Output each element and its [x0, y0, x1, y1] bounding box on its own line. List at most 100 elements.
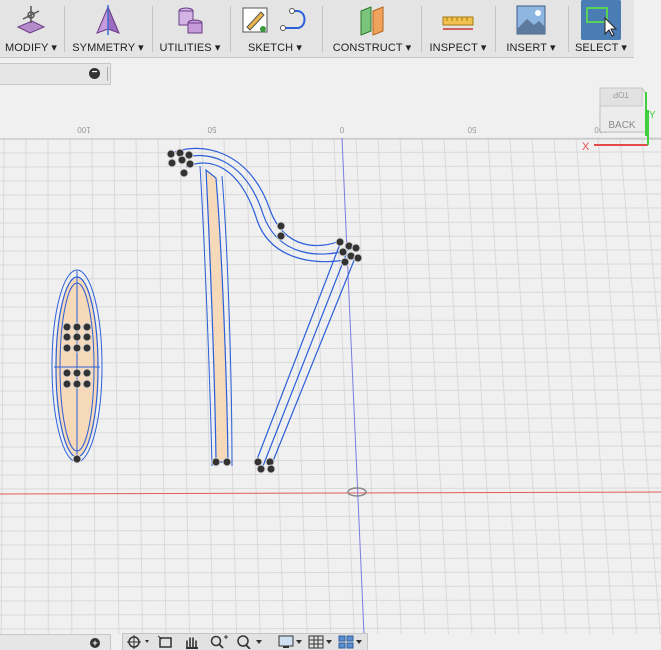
browser-panel-header[interactable]: − — [0, 63, 111, 85]
sketch-point[interactable] — [63, 369, 71, 377]
sketch-point[interactable] — [223, 458, 231, 466]
select-menu[interactable]: SELECT ▾ — [571, 0, 631, 57]
insert-menu[interactable]: INSERT ▾ — [499, 0, 563, 57]
grid-line-horizontal — [0, 264, 661, 265]
grid-line-horizontal — [0, 488, 661, 489]
sketch-point[interactable] — [73, 333, 81, 341]
sketch-point[interactable] — [186, 160, 194, 168]
browser-grip[interactable] — [107, 67, 108, 81]
look-at-icon[interactable] — [157, 635, 175, 649]
sketch-point[interactable] — [354, 254, 362, 262]
browser-collapse-icon[interactable]: − — [89, 68, 100, 79]
sketch-point[interactable] — [73, 344, 81, 352]
insert-label: INSERT ▾ — [499, 41, 563, 54]
grid-line-vertical — [422, 138, 448, 634]
select-icon — [581, 0, 621, 40]
x-axis-line — [0, 492, 661, 494]
grid-line-vertical — [532, 138, 566, 634]
viewports-icon[interactable] — [337, 635, 365, 649]
sketch-point[interactable] — [73, 323, 81, 331]
inspect-menu[interactable]: INSPECT ▾ — [426, 0, 490, 57]
sketch-point[interactable] — [352, 244, 360, 252]
orbit-icon[interactable] — [125, 635, 151, 649]
sketch-point[interactable] — [336, 238, 344, 246]
sketch-point[interactable] — [73, 369, 81, 377]
sketch-point[interactable] — [83, 323, 91, 331]
grid-line-vertical — [576, 138, 613, 634]
ruler-label: 100 — [77, 125, 91, 134]
harp-soundboard-2 — [263, 252, 347, 466]
grid-line-vertical — [356, 138, 378, 634]
grid-line-horizontal — [0, 348, 661, 349]
grid-line-horizontal — [0, 502, 661, 503]
axis-triad: X Y — [578, 108, 658, 158]
design-canvas[interactable]: 10050050100 — [0, 0, 661, 649]
sketch-point[interactable] — [63, 344, 71, 352]
sketch-point[interactable] — [341, 258, 349, 266]
grid-line-vertical — [554, 138, 590, 634]
grid-line-horizontal — [0, 516, 661, 517]
sketch-point[interactable] — [339, 248, 347, 256]
grid-line-horizontal — [0, 222, 661, 223]
grid-line-horizontal — [0, 544, 661, 545]
grid-line-vertical — [246, 138, 260, 634]
sketch-point[interactable] — [277, 232, 285, 240]
grid-line-vertical — [25, 138, 26, 634]
sketch-point[interactable] — [73, 455, 81, 463]
pan-icon[interactable] — [183, 635, 201, 649]
toolbar: MODIFY ▾ SYMMETRY ▾ UTILITIES ▾ SKETCH ▾ — [0, 0, 634, 58]
construct-menu[interactable]: CONSTRUCT ▾ — [327, 0, 417, 57]
grid-line-vertical — [378, 138, 401, 634]
grid-settings-icon[interactable] — [307, 635, 335, 649]
grid-line-horizontal — [0, 180, 661, 181]
sketch-point[interactable] — [63, 333, 71, 341]
sketch-point[interactable] — [277, 222, 285, 230]
sketch-point[interactable] — [63, 380, 71, 388]
modify-menu[interactable]: MODIFY ▾ — [0, 0, 62, 57]
utilities-icon — [173, 3, 207, 37]
grid-line-horizontal — [0, 446, 661, 447]
construct-label: CONSTRUCT ▾ — [327, 41, 417, 54]
grid-line-vertical — [598, 138, 637, 634]
ellipse-sketch[interactable] — [52, 270, 102, 462]
utilities-menu[interactable]: UTILITIES ▾ — [155, 0, 225, 57]
insert-icon — [514, 3, 548, 37]
add-comment-icon[interactable]: + — [90, 638, 100, 648]
grid-line-vertical — [290, 138, 307, 634]
sketch-point[interactable] — [185, 151, 193, 159]
sketch-point[interactable] — [267, 465, 275, 473]
sketch-point[interactable] — [257, 465, 265, 473]
grid-line-horizontal — [0, 166, 661, 167]
sketch-menu[interactable]: SKETCH ▾ — [234, 0, 316, 57]
fit-icon[interactable] — [235, 635, 265, 649]
sketch-point[interactable] — [63, 323, 71, 331]
grid-line-horizontal — [0, 376, 661, 377]
y-axis-line — [342, 138, 364, 634]
axis-x-label: X — [582, 141, 590, 153]
zoom-icon[interactable] — [209, 635, 231, 649]
harp-sketch[interactable] — [63, 148, 362, 473]
sketch-point[interactable] — [83, 380, 91, 388]
grid-line-horizontal — [0, 418, 661, 419]
grid-line-vertical — [400, 138, 425, 634]
modify-label: MODIFY ▾ — [0, 41, 62, 54]
sketch-point[interactable] — [83, 333, 91, 341]
select-label: SELECT ▾ — [571, 41, 631, 54]
sketch-point[interactable] — [178, 156, 186, 164]
grid-line-vertical — [136, 138, 142, 634]
grid-line-vertical — [114, 138, 119, 634]
sketch-point[interactable] — [168, 159, 176, 167]
origin-point[interactable] — [348, 488, 366, 496]
sketch-point[interactable] — [180, 169, 188, 177]
grid-line-horizontal — [0, 600, 661, 601]
comments-panel-header[interactable]: + — [0, 634, 111, 650]
sketch-point[interactable] — [167, 150, 175, 158]
grid-line-vertical — [642, 138, 661, 634]
sketch-point[interactable] — [212, 458, 220, 466]
sketch-point[interactable] — [83, 344, 91, 352]
sketch-point[interactable] — [73, 380, 81, 388]
grid-line-horizontal — [0, 152, 661, 153]
symmetry-menu[interactable]: SYMMETRY ▾ — [67, 0, 149, 57]
display-settings-icon[interactable] — [277, 635, 305, 649]
sketch-point[interactable] — [83, 369, 91, 377]
